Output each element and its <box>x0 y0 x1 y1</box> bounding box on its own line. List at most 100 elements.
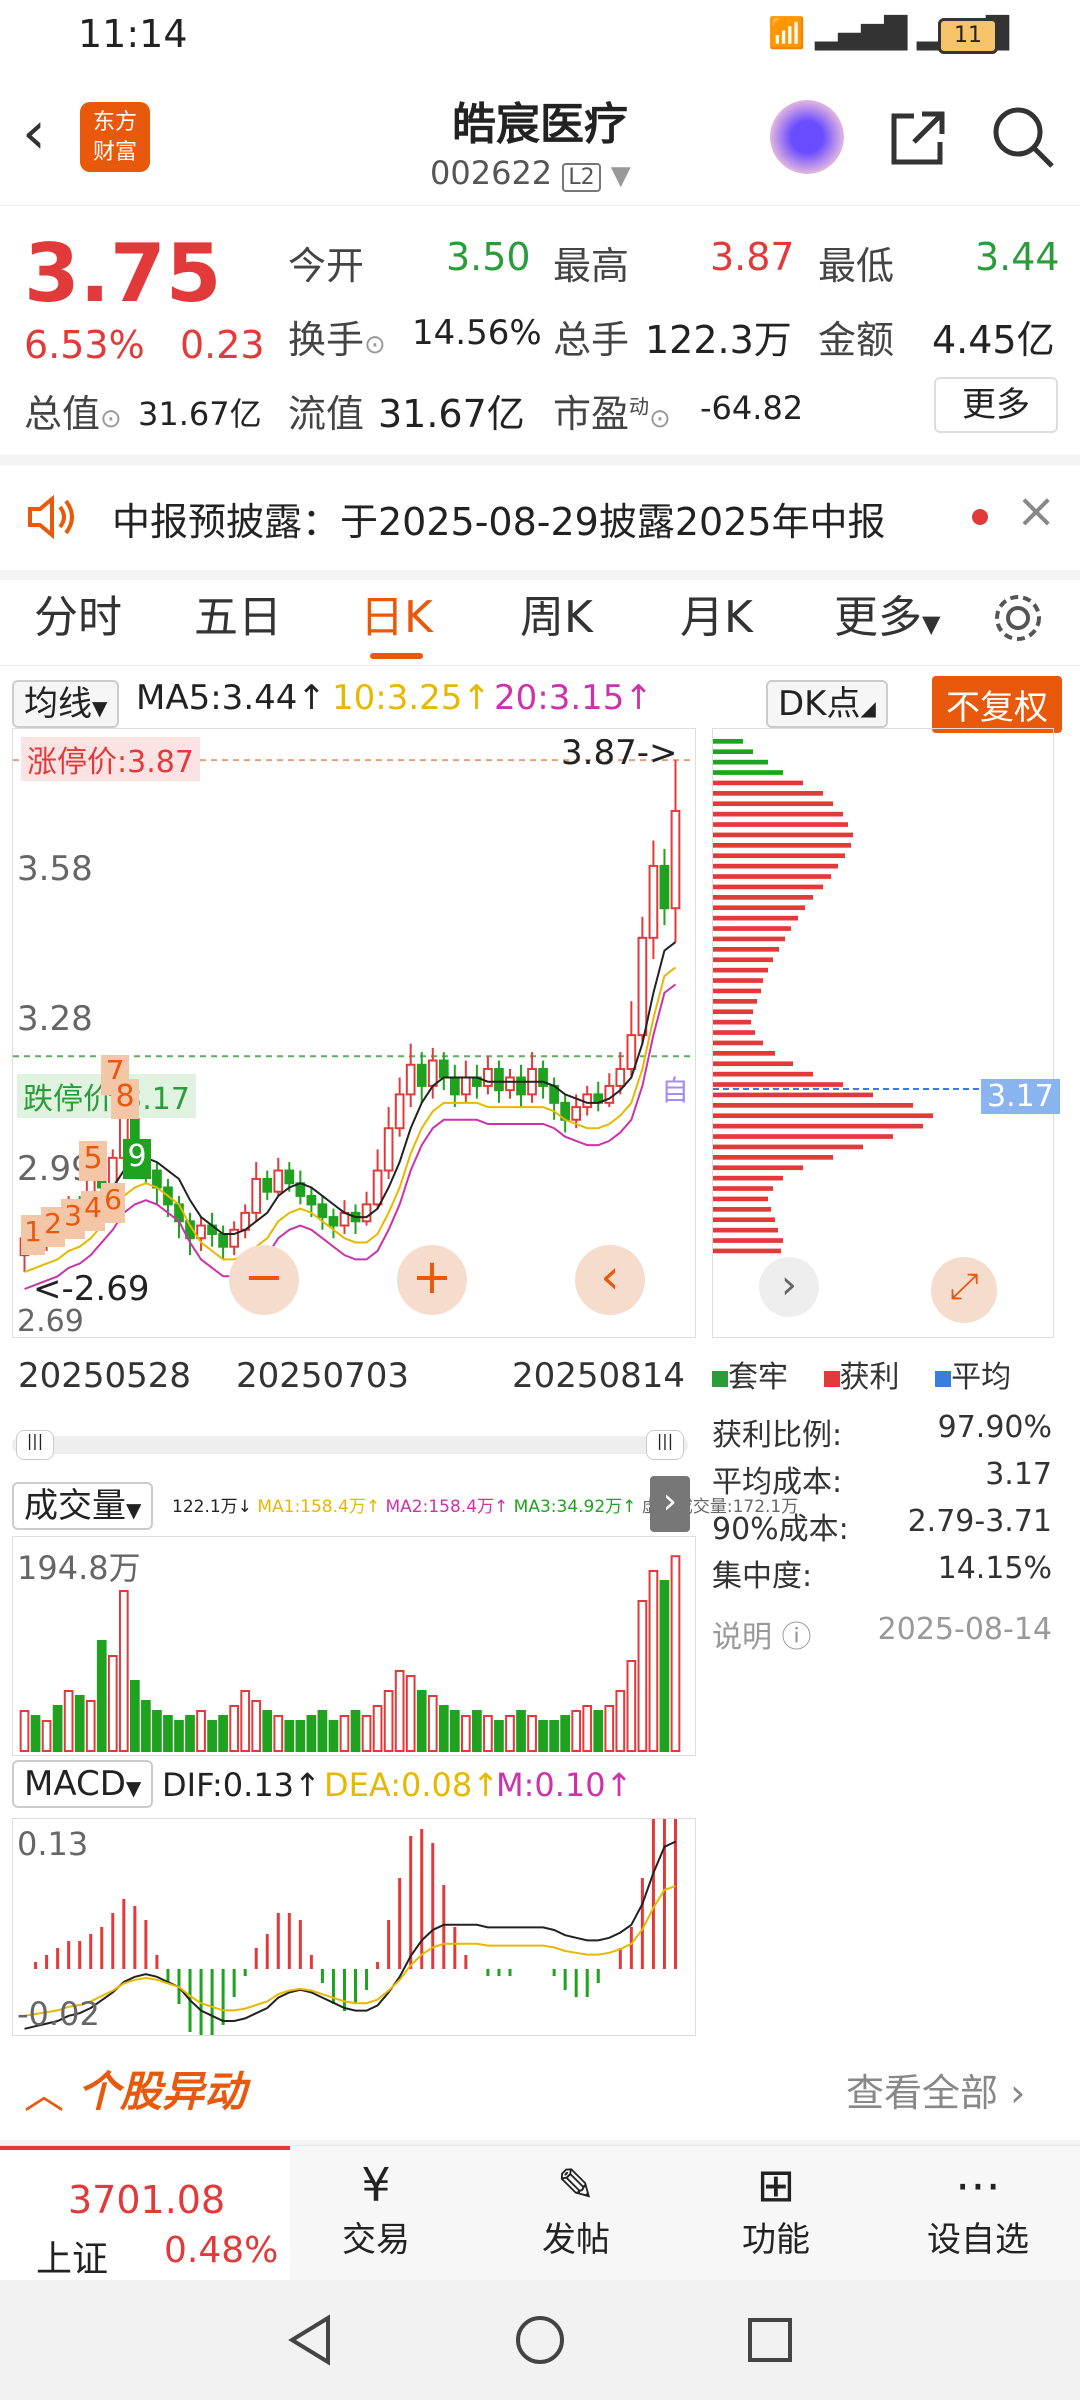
candle-body <box>372 1169 383 1206</box>
candle-body <box>306 1194 317 1206</box>
kline-chart[interactable]: 涨停价:3.87 3.87-> 跌停价:3.17 3.58 3.28 2.99 … <box>12 728 696 1339</box>
chip-bar <box>713 1175 783 1181</box>
tab-intraday[interactable]: 分时 <box>34 570 122 665</box>
nav-back-icon[interactable] <box>280 2310 340 2370</box>
open-value: 3.50 <box>446 235 531 279</box>
y-tick: 3.28 <box>17 999 93 1039</box>
range-scrollbar[interactable]: ||| ||| <box>12 1430 688 1460</box>
share-icon[interactable] <box>886 106 950 170</box>
candle-body <box>615 1068 626 1087</box>
change-amount: 0.23 <box>180 323 265 367</box>
expand-icon[interactable]: ⤢ <box>931 1257 997 1323</box>
volume-bar <box>571 1710 582 1752</box>
search-icon[interactable] <box>990 104 1056 170</box>
view-all-link[interactable]: 查看全部 › <box>846 2062 1025 2117</box>
volume-bar <box>494 1720 504 1752</box>
dif-line <box>24 1840 676 2030</box>
chip-distribution[interactable]: 3.17 › ⤢ <box>712 728 1060 1338</box>
nav-trade[interactable]: ¥ 交易 <box>306 2146 446 2261</box>
chip-bar <box>713 811 843 817</box>
self-tag: 自 <box>661 1074 690 1107</box>
chip-bar <box>713 853 845 859</box>
nav-add-watch[interactable]: ⋯ 设自选 <box>908 2146 1048 2261</box>
volume-bar <box>560 1715 571 1752</box>
nav-post[interactable]: ✎ 发帖 <box>506 2146 646 2261</box>
macd-select[interactable]: MACD▼ <box>12 1760 154 1808</box>
float-label: 流值 <box>288 392 365 436</box>
chip-bar <box>713 770 783 775</box>
volume-bar <box>52 1705 63 1752</box>
status-bar: 11:14 📶 ▂▄▆█ ▂▄▆█ 11 <box>0 0 1080 70</box>
zoom-in-button[interactable]: + <box>397 1245 467 1315</box>
back-icon[interactable]: ‹ <box>22 98 46 168</box>
more-button[interactable]: 更多 <box>934 377 1058 433</box>
tab-daily-k[interactable]: 日K <box>360 570 433 665</box>
settings-gear-icon[interactable] <box>990 590 1046 646</box>
battery-icon: 11 <box>938 18 998 54</box>
volume-bar <box>460 1715 471 1752</box>
ma-select[interactable]: 均线▼ <box>12 676 120 728</box>
last-price: 3.75 <box>24 227 222 320</box>
volume-bar <box>118 1590 129 1752</box>
range-handle-right[interactable]: ||| <box>646 1430 684 1460</box>
volume-chart: 194.8万 <box>12 1536 696 1756</box>
signal-tag: 6 <box>101 1183 125 1223</box>
volume-select[interactable]: 成交量▼ <box>12 1478 154 1530</box>
volume-bar <box>350 1710 361 1752</box>
volume-bar <box>472 1710 482 1752</box>
chevron-right-icon[interactable]: › <box>650 1476 690 1532</box>
volume-bar <box>317 1710 328 1752</box>
nav-function[interactable]: ⊞ 功能 <box>706 2146 846 2261</box>
speaker-icon <box>28 494 74 540</box>
chevron-up-icon[interactable]: ︿ <box>24 2062 64 2120</box>
tab-weekly-k[interactable]: 周K <box>520 570 593 665</box>
nav-recents-icon[interactable] <box>740 2310 800 2370</box>
low-label: 最低 <box>818 244 895 288</box>
page-title: 皓宸医疗 <box>452 99 628 150</box>
close-icon[interactable]: × <box>1016 483 1056 539</box>
chip-bar <box>713 1092 873 1098</box>
chip-bar <box>713 1082 843 1087</box>
nav-home-icon[interactable] <box>510 2310 570 2370</box>
tab-five-day[interactable]: 五日 <box>194 570 282 665</box>
tab-more[interactable]: 更多▼ <box>834 570 940 665</box>
index-ticker[interactable]: 3701.08 上证 0.48% <box>0 2146 290 2285</box>
status-time: 11:14 <box>78 12 188 56</box>
candle-body <box>361 1203 372 1223</box>
zoom-out-button[interactable]: − <box>229 1245 299 1315</box>
chip-bar <box>713 801 833 807</box>
candle-body <box>460 1076 471 1096</box>
dk-point-select[interactable]: DK点◢ <box>766 676 888 728</box>
chip-bar <box>713 863 838 869</box>
info-icon: 说明 ⓘ <box>712 1620 812 1655</box>
signal-tag: 9 <box>123 1139 151 1179</box>
volume-bar <box>174 1720 184 1752</box>
chip-bar <box>713 1186 773 1191</box>
notice-banner[interactable]: 中报预披露：于2025-08-29披露2025年中报 × <box>0 455 1080 580</box>
adjust-select[interactable]: 不复权 <box>932 676 1062 733</box>
tab-monthly-k[interactable]: 月K <box>680 570 753 665</box>
chip-bar <box>713 1196 768 1202</box>
candle-body <box>637 936 648 1037</box>
high-label: 最高 <box>553 244 630 288</box>
notice-text: 中报预披露：于2025-08-29披露2025年中报 <box>112 500 886 544</box>
chip-bar <box>713 1134 893 1139</box>
range-handle-left[interactable]: ||| <box>16 1430 54 1460</box>
volume-bar <box>394 1670 405 1752</box>
volume-bar <box>516 1710 526 1752</box>
pe-label: 市盈动⊙ <box>553 392 671 436</box>
assistant-avatar[interactable] <box>770 100 844 174</box>
volume-bar <box>85 1700 96 1752</box>
volume-bar <box>273 1715 284 1752</box>
amount-label: 金额 <box>818 318 895 362</box>
volume-bar <box>383 1690 394 1752</box>
chip-bar <box>713 1227 778 1233</box>
scroll-left-button[interactable]: ‹ <box>575 1245 645 1315</box>
macd-dif: DIF:0.13↑ <box>162 1766 321 1804</box>
volume-bar <box>262 1710 273 1752</box>
volume-bar <box>449 1710 460 1752</box>
ma5-legend: MA5:3.44↑ <box>136 678 326 718</box>
signal-tag: 8 <box>111 1079 139 1119</box>
chevron-right-icon[interactable]: › <box>759 1257 819 1317</box>
volume-bar <box>96 1640 107 1752</box>
